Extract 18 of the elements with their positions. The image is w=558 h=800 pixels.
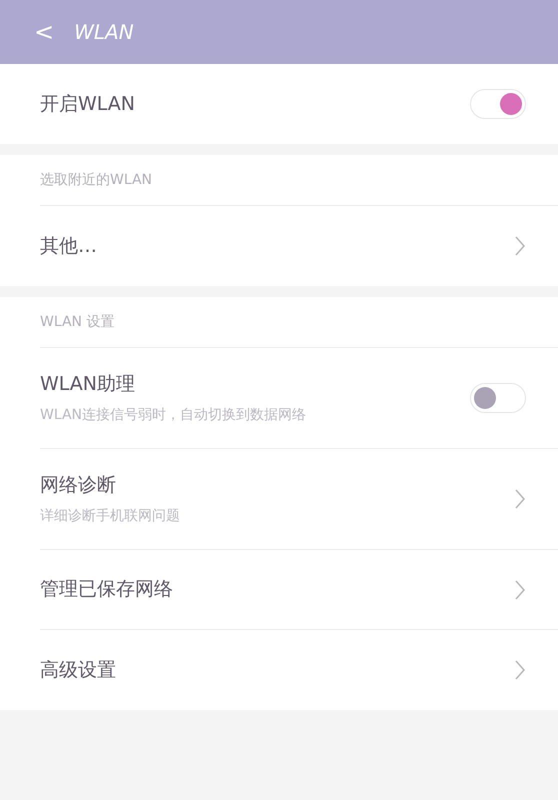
section-header: WLAN 设置 <box>40 312 114 332</box>
setting-label: 其他… <box>40 234 97 259</box>
chevron-right-icon <box>514 488 526 510</box>
toggle-switch[interactable] <box>470 383 526 413</box>
chevron-right-icon <box>514 578 526 600</box>
chevron-right-icon <box>514 659 526 681</box>
setting-description: 详细诊断手机联网问题 <box>40 506 180 526</box>
setting-label: 网络诊断 <box>40 473 117 498</box>
page-title: WLAN <box>74 19 134 46</box>
back-button[interactable]: < <box>34 20 54 44</box>
setting-label: WLAN助理 <box>40 372 136 398</box>
setting-label: 开启WLAN <box>40 92 136 117</box>
section-header: 选取附近的WLAN <box>40 170 152 190</box>
chevron-right-icon <box>514 235 526 257</box>
toggle-switch[interactable] <box>470 89 526 119</box>
setting-description: WLAN连接信号弱时，自动切换到数据网络 <box>40 406 306 425</box>
setting-label: 高级设置 <box>40 658 116 683</box>
setting-label: 管理已保存网络 <box>40 577 173 602</box>
